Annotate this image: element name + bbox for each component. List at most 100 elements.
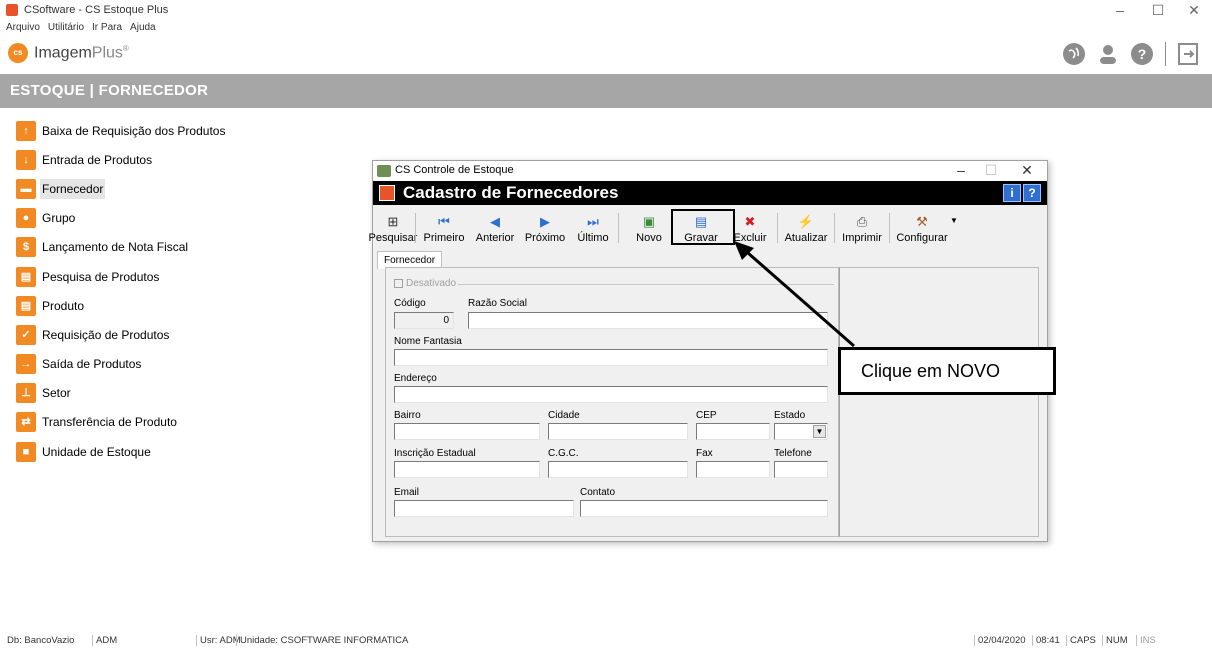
- status-unidade: Unidade: CSOFTWARE INFORMATICA: [236, 635, 408, 646]
- box-out-icon: →: [16, 354, 36, 375]
- org-chart-icon: ⊥: [16, 383, 36, 404]
- toolbar-button[interactable]: ◀ Anterior: [470, 209, 520, 247]
- sidebar-item[interactable]: ▤ Produto: [16, 291, 246, 320]
- cidade-label: Cidade: [548, 410, 580, 421]
- bairro-field[interactable]: [394, 423, 540, 440]
- status-db: Db: BancoVazio: [7, 635, 75, 646]
- toolbar-separator: [415, 213, 416, 243]
- endereco-label: Endereço: [394, 373, 437, 384]
- binoculars-icon: ⊞: [387, 214, 399, 229]
- toolbar-button[interactable]: ▶ Próximo: [520, 209, 570, 247]
- user-icon[interactable]: [1097, 43, 1119, 65]
- dialog-app-icon: [377, 165, 391, 177]
- toolbar-button[interactable]: ⊞ Pesquisar: [369, 209, 418, 247]
- sidebar-item[interactable]: ✓ Requisição de Produtos: [16, 320, 246, 349]
- status-caps: CAPS: [1066, 635, 1096, 646]
- toolbar-button[interactable]: ⏮ Primeiro: [418, 209, 470, 247]
- estado-label: Estado: [774, 410, 806, 421]
- cep-label: CEP: [696, 410, 717, 421]
- dialog-minimize-button[interactable]: –: [951, 162, 971, 178]
- money-icon: $: [16, 237, 36, 258]
- dialog-header-title: Cadastro de Fornecedores: [403, 183, 619, 202]
- toolbar-button[interactable]: ▣ Novo: [621, 209, 677, 247]
- sidebar-item-label: Unidade de Estoque: [42, 444, 151, 459]
- telefone-field[interactable]: [774, 461, 828, 478]
- codigo-label: Código: [394, 298, 426, 309]
- help-button[interactable]: ?: [1023, 184, 1041, 202]
- sidebar-item[interactable]: → Saída de Produtos: [16, 350, 246, 379]
- last-icon: ⏭: [587, 214, 599, 229]
- menu-ir-para[interactable]: Ir Para: [92, 22, 122, 38]
- sidebar-item[interactable]: ⇄ Transferência de Produto: [16, 408, 246, 437]
- sidebar-item[interactable]: ↓ Entrada de Produtos: [16, 145, 246, 174]
- sidebar-item[interactable]: ▤ Pesquisa de Produtos: [16, 262, 246, 291]
- toolbar-button-label: Próximo: [524, 232, 566, 244]
- exit-icon[interactable]: [1178, 43, 1198, 65]
- database-icon: ▤: [16, 266, 36, 287]
- toolbar-separator: [618, 213, 619, 243]
- sidebar-item[interactable]: ● Grupo: [16, 204, 246, 233]
- telefone-label: Telefone: [774, 448, 812, 459]
- top-divider: [1165, 42, 1166, 66]
- sidebar-item-label: Setor: [42, 386, 71, 401]
- close-button[interactable]: ✕: [1182, 2, 1206, 19]
- cgc-field[interactable]: [548, 461, 688, 478]
- prev-icon: ◀: [490, 214, 500, 229]
- info-icon[interactable]: i: [1003, 184, 1021, 202]
- dialog-close-button[interactable]: ✕: [1017, 162, 1037, 179]
- email-field[interactable]: [394, 500, 574, 517]
- first-icon: ⏮: [438, 214, 450, 229]
- sidebar: ↑ Baixa de Requisição dos Produtos ↓ Entrad…: [16, 116, 246, 466]
- brand-mark: ®: [122, 44, 129, 53]
- cep-field[interactable]: [696, 423, 770, 440]
- sidebar-item[interactable]: $ Lançamento de Nota Fiscal: [16, 233, 246, 262]
- brand-name: ImagemPlus®: [34, 44, 129, 62]
- fax-label: Fax: [696, 448, 713, 459]
- inscricao-estadual-field[interactable]: [394, 461, 540, 478]
- menu-ajuda[interactable]: Ajuda: [130, 22, 156, 38]
- brand-name-main: Imagem: [34, 44, 92, 62]
- print-icon: ⎙: [856, 214, 868, 229]
- sidebar-item[interactable]: ■ Unidade de Estoque: [16, 437, 246, 466]
- sidebar-item-label: Produto: [42, 298, 85, 313]
- sidebar-item-label: Pesquisa de Produtos: [42, 269, 160, 284]
- transfer-icon: ⇄: [16, 412, 36, 433]
- top-icons: ?: [1051, 42, 1212, 66]
- globe-icon[interactable]: [1063, 43, 1085, 65]
- toolbar-button-label: Novo: [636, 232, 662, 244]
- toolbar-button[interactable]: ⏭ Último: [570, 209, 616, 247]
- box-in-icon: ↓: [16, 149, 36, 170]
- sidebar-item[interactable]: ▬ Fornecedor: [16, 174, 246, 203]
- estado-select[interactable]: ▼: [774, 423, 828, 440]
- dialog-title: CS Controle de Estoque: [395, 164, 514, 176]
- nome-fantasia-label: Nome Fantasia: [394, 336, 462, 347]
- maximize-button[interactable]: ☐: [1146, 2, 1170, 19]
- cidade-field[interactable]: [548, 423, 688, 440]
- toolbar-button[interactable]: ⚒ Configurar: [892, 209, 952, 247]
- menu-arquivo[interactable]: Arquivo: [6, 22, 40, 38]
- desativado-label: Desativado: [406, 278, 457, 289]
- sidebar-item[interactable]: ↑ Baixa de Requisição dos Produtos: [16, 116, 246, 145]
- toolbar-separator: [777, 213, 778, 243]
- status-time: 08:41: [1032, 635, 1060, 646]
- desativado-checkbox-box: [394, 278, 403, 288]
- sidebar-item-label: Transferência de Produto: [42, 415, 177, 430]
- endereco-field[interactable]: [394, 386, 828, 403]
- chevron-down-icon[interactable]: ▼: [813, 425, 826, 438]
- codigo-field: 0: [394, 312, 454, 329]
- status-num: NUM: [1102, 635, 1128, 646]
- fax-field[interactable]: [696, 461, 770, 478]
- menu-utilitario[interactable]: Utilitário: [48, 22, 84, 38]
- unit-icon: ■: [16, 441, 36, 462]
- database-icon: ▤: [16, 295, 36, 316]
- sidebar-item[interactable]: ⊥ Setor: [16, 379, 246, 408]
- desativado-checkbox: Desativado: [394, 278, 456, 289]
- side-panel: [839, 267, 1039, 537]
- toolbar-overflow-icon[interactable]: ▼: [950, 216, 958, 225]
- help-icon[interactable]: ?: [1131, 43, 1153, 65]
- contato-field[interactable]: [580, 500, 828, 517]
- dialog-maximize-button: ☐: [984, 162, 998, 178]
- nome-fantasia-field[interactable]: [394, 349, 828, 366]
- brand-logo-icon: cs: [8, 43, 28, 63]
- minimize-button[interactable]: –: [1108, 2, 1132, 18]
